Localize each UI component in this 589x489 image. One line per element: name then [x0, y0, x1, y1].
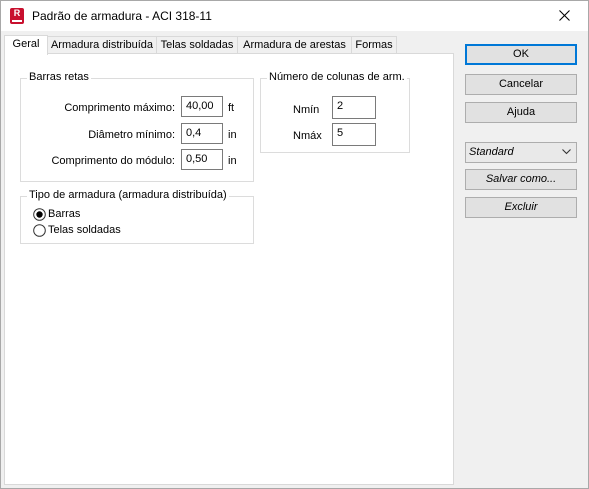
- salvar-como-button[interactable]: Salvar como...: [465, 169, 577, 190]
- dialog-window: R Padrão de armadura - ACI 318-11 Geral …: [0, 0, 589, 489]
- group-numero-colunas-legend: Número de colunas de arm.: [267, 71, 407, 83]
- diametro-minimo-label: Diâmetro mínimo:: [88, 129, 175, 141]
- group-barras-retas-legend: Barras retas: [27, 71, 91, 83]
- tab-panel-geral: Barras retas Comprimento máximo: 40,00 f…: [4, 53, 454, 485]
- diametro-minimo-unit: in: [228, 129, 237, 141]
- comprimento-maximo-unit: ft: [228, 102, 235, 114]
- standard-select-value: Standard: [469, 146, 514, 158]
- comprimento-modulo-unit: in: [228, 155, 237, 167]
- close-button[interactable]: [542, 1, 588, 31]
- comprimento-maximo-label: Comprimento máximo:: [64, 102, 175, 114]
- cancelar-button[interactable]: Cancelar: [465, 74, 577, 95]
- group-tipo-armadura-legend: Tipo de armadura (armadura distribuída): [27, 189, 229, 201]
- group-tipo-armadura: Tipo de armadura (armadura distribuída): [20, 189, 254, 244]
- standard-select[interactable]: Standard: [465, 142, 577, 163]
- radio-telas-soldadas-label: Telas soldadas: [48, 224, 121, 236]
- comprimento-maximo-field[interactable]: 40,00: [181, 96, 223, 117]
- tab-telas-soldadas[interactable]: Telas soldadas: [156, 36, 238, 53]
- nmax-field[interactable]: 5: [332, 123, 376, 146]
- diametro-minimo-field[interactable]: 0,4: [181, 123, 223, 144]
- chevron-down-icon: [562, 149, 571, 155]
- tab-armadura-de-arestas[interactable]: Armadura de arestas: [237, 36, 352, 53]
- comprimento-modulo-label: Comprimento do módulo:: [51, 155, 175, 167]
- nmin-label: Nmín: [293, 104, 320, 116]
- tab-armadura-distribuida[interactable]: Armadura distribuída: [47, 36, 157, 53]
- close-icon: [559, 10, 570, 21]
- radio-barras-label: Barras: [48, 208, 81, 220]
- title-bar: R Padrão de armadura - ACI 318-11: [1, 1, 588, 31]
- tab-strip: Geral Armadura distribuída Telas soldada…: [1, 35, 461, 55]
- nmax-label: Nmáx: [293, 130, 322, 142]
- radio-barras[interactable]: [33, 208, 46, 221]
- window-title: Padrão de armadura - ACI 318-11: [32, 9, 212, 23]
- tab-geral[interactable]: Geral: [4, 35, 48, 55]
- ajuda-button[interactable]: Ajuda: [465, 102, 577, 123]
- comprimento-modulo-field[interactable]: 0,50: [181, 149, 223, 170]
- tab-formas[interactable]: Formas: [351, 36, 397, 53]
- ok-button[interactable]: OK: [465, 44, 577, 65]
- excluir-button[interactable]: Excluir: [465, 197, 577, 218]
- nmin-field[interactable]: 2: [332, 96, 376, 119]
- radio-telas-soldadas[interactable]: [33, 224, 46, 237]
- revit-app-icon: R: [10, 8, 24, 24]
